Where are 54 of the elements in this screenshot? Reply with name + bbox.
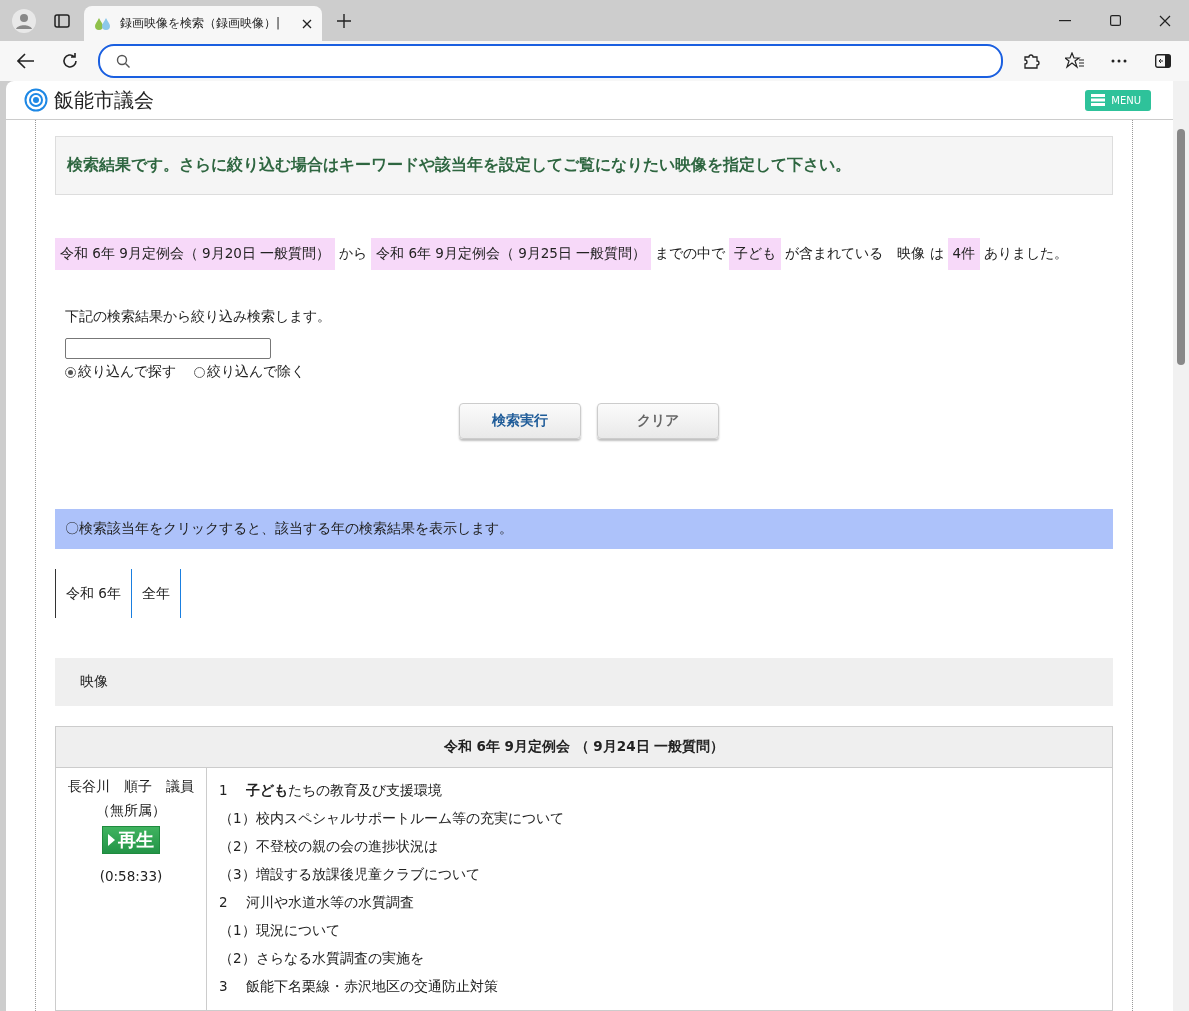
summary-text: から [339,244,368,263]
scrollbar[interactable] [1173,81,1189,1011]
search-button[interactable]: 検索実行 [459,403,581,439]
minimize-icon[interactable] [1059,19,1071,22]
maximize-icon[interactable] [1109,15,1121,26]
close-icon[interactable] [302,18,312,29]
search-term: 子ども [729,238,782,270]
search-term: 4件 [947,238,981,270]
radio-option[interactable]: 絞り込んで除く [194,363,305,381]
topic-heading: 2 河川や水道水等の水質調査 [219,894,415,912]
tab-title: 録画映像を検索（録画映像）| [120,15,282,32]
play-icon [108,834,115,846]
clear-button[interactable]: クリア [597,403,719,439]
search-term: 令和 6年 9月定例会（ 9月25日 一般質問） [371,238,652,270]
new-tab-icon[interactable] [336,12,352,29]
favorites-icon[interactable] [1065,52,1085,70]
puzzle-icon[interactable] [1022,52,1040,70]
site-title: 飯能市議会 [54,86,154,114]
subtopic: （3）増設する放課後児童クラブについて [219,866,481,884]
subtopic: （2）不登校の親の会の進捗状況は [219,838,439,856]
logo-icon [24,88,48,112]
subtopic: （1）現況について [219,922,341,940]
notice-banner: 検索結果です。さらに絞り込む場合はキーワードや該当年を設定してご覧になりたい映像を指定して下さい。 [55,136,1113,195]
search-icon [116,54,130,68]
year-hint-banner: 〇検索該当年をクリックすると、該当する年の検索結果を表示します。 [55,509,1113,549]
meeting-title: 令和 6年 9月定例会 （ 9月24日 一般質問） [56,727,1112,768]
subtopic: （1）校内スペシャルサポートルーム等の充実について [219,810,565,828]
summary-text: までの中で [655,244,726,263]
search-term: 令和 6年 9月定例会（ 9月20日 一般質問） [55,238,336,270]
browser-tab[interactable]: 録画映像を検索（録画映像）| [84,6,322,41]
close-icon[interactable] [1159,14,1171,27]
duration: (0:58:33) [99,868,163,884]
back-icon[interactable] [17,53,35,69]
sidebar-icon[interactable] [1155,54,1171,68]
year-tab[interactable]: 令和 6年 [55,569,131,618]
summary-text: が含まれている 映像 は [785,244,944,263]
refresh-icon[interactable] [61,52,79,70]
keyword-field[interactable] [65,338,271,359]
speaker-name: 長谷川 順子 議員 [68,778,194,796]
droplet-icon [94,16,112,31]
section-header: 映像 [55,658,1113,706]
year-tab[interactable]: 全年 [130,569,181,618]
radio-option[interactable]: 絞り込んで探す [65,363,176,381]
menu-icon [1091,94,1106,106]
address-bar[interactable] [98,44,1003,78]
more-icon[interactable] [1111,59,1127,63]
profile-icon[interactable] [12,8,36,33]
party-label: （無所属） [96,802,166,820]
refine-label: 下記の検索結果から絞り込み検索します。 [65,308,332,326]
topic-heading: 1 子どもたちの教育及び支援環境 [219,782,443,800]
subtopic: （2）さらなる水質調査の実施を [219,950,425,968]
topic-heading: 3 飯能下名栗線・赤沢地区の交通防止対策 [219,978,499,996]
summary-text: ありました。 [984,244,1069,263]
tab-actions-icon[interactable] [54,12,70,29]
